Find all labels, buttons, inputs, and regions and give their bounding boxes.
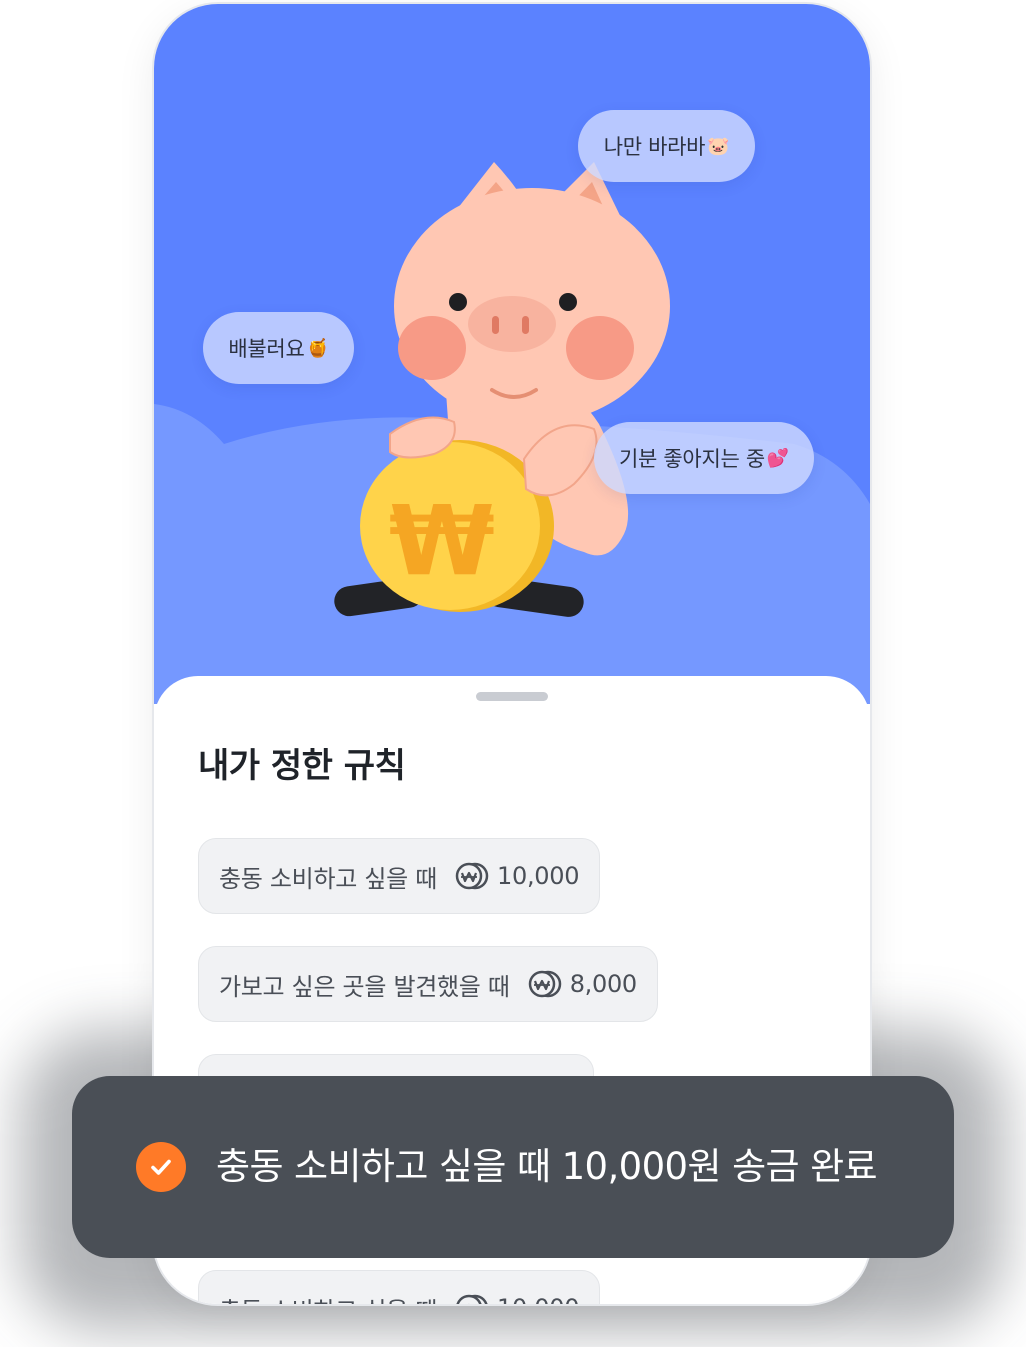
sheet-drag-handle[interactable] <box>476 692 548 701</box>
speech-bubble-3: 기분 좋아지는 중 💕 <box>594 422 814 494</box>
rule-label: 가보고 싶은 곳을 발견했을 때 <box>219 972 510 1001</box>
rule-amount-value: 10,000 <box>497 1294 579 1304</box>
rule-amount-value: 8,000 <box>569 970 638 998</box>
honey-pot-icon: 🍯 <box>306 337 329 359</box>
toast-message: 충동 소비하고 싶을 때 10,000원 송금 완료 <box>216 1145 878 1188</box>
rule-amount: 8,000 <box>528 970 637 998</box>
speech-bubble-2: 배불러요 🍯 <box>203 312 354 384</box>
sheet-title: 내가 정한 규칙 <box>198 746 406 786</box>
rule-item[interactable]: 가보고 싶은 곳을 발견했을 때 8,000 <box>198 946 658 1022</box>
rule-amount: 10,000 <box>455 1294 580 1304</box>
speech-bubble-3-text: 기분 좋아지는 중 <box>618 447 765 471</box>
pig-cheek-right <box>566 316 634 380</box>
pig-face-icon: 🐷 <box>707 135 730 157</box>
toast-notification[interactable]: 충동 소비하고 싶을 때 10,000원 송금 완료 <box>72 1076 954 1258</box>
check-icon <box>136 1142 186 1192</box>
coin-icon <box>528 970 561 998</box>
won-symbol: ₩ <box>389 485 495 597</box>
rule-amount-value: 10,000 <box>497 862 580 890</box>
rule-item[interactable]: 충동 소비하고 싶을 때 10,000 <box>198 1270 601 1305</box>
speech-bubble-1: 나만 바라바 🐷 <box>578 110 755 182</box>
pig-eye-left <box>449 293 467 311</box>
rule-amount: 10,000 <box>455 862 580 890</box>
speech-bubble-1-text: 나만 바라바 <box>603 135 706 159</box>
rule-item[interactable]: 충동 소비하고 싶을 때 10,000 <box>198 838 601 914</box>
pig-snout <box>468 296 556 352</box>
coin-icon <box>456 1294 488 1304</box>
hearts-icon: 💕 <box>766 447 789 469</box>
rule-label: 충동 소비하고 싶을 때 <box>219 864 438 893</box>
pig-cheek-left <box>398 316 466 380</box>
coin-icon <box>455 862 489 890</box>
hero-illustration: ₩ 나만 바라바 🐷 배불러요 🍯 기분 좋아지는 중 💕 <box>154 4 870 704</box>
rule-label: 충동 소비하고 싶을 때 <box>219 1291 437 1305</box>
speech-bubble-2-text: 배불러요 <box>228 337 305 361</box>
pig-eye-right <box>559 293 577 311</box>
